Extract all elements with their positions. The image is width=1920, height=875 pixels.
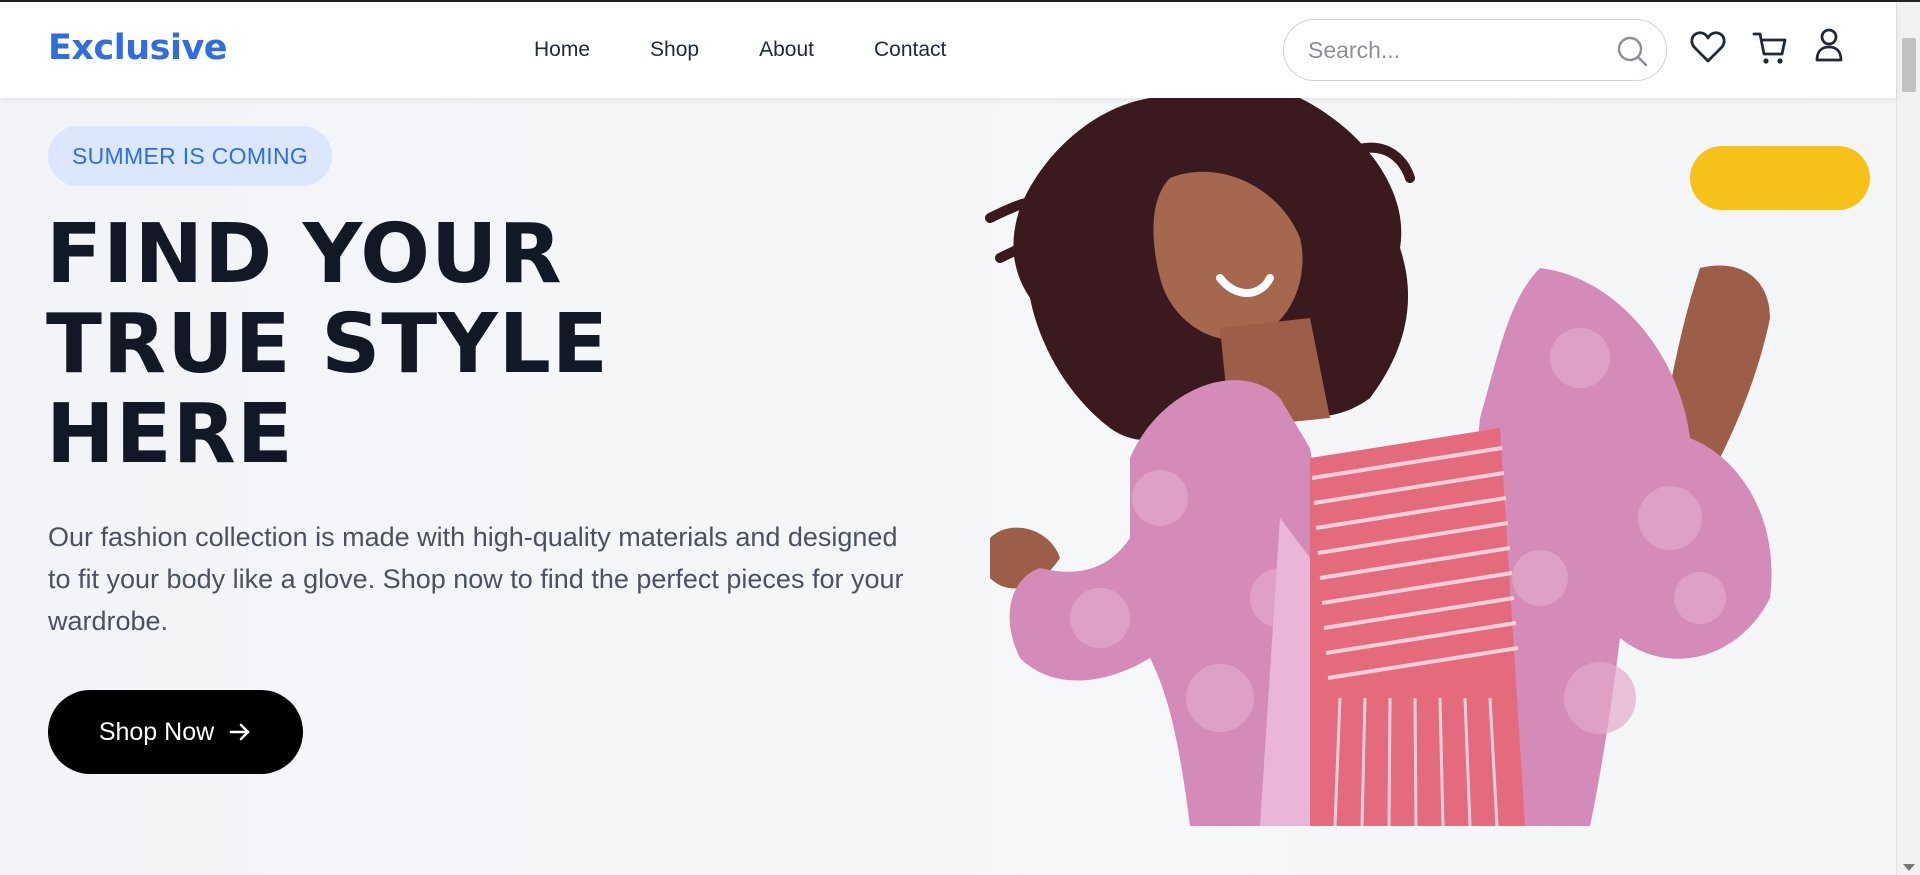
site-header: Exclusive Home Shop About Contact	[0, 2, 1896, 98]
nav-contact[interactable]: Contact	[874, 38, 946, 62]
scrollbar-thumb[interactable]	[1902, 38, 1916, 92]
shop-now-label: Shop Now	[98, 717, 215, 746]
main-nav: Home Shop About Contact	[534, 38, 1006, 62]
arrow-right-icon	[228, 720, 252, 744]
cart-icon[interactable]	[1752, 30, 1788, 71]
hero-headline: FIND YOUR TRUE STYLE HERE	[46, 210, 746, 480]
search-input[interactable]	[1308, 34, 1608, 66]
user-icon[interactable]	[1814, 28, 1844, 67]
headline-line-2: TRUE STYLE	[46, 297, 609, 392]
promo-badge: SUMMER IS COMING	[48, 126, 333, 186]
hero-description: Our fashion collection is made with high…	[48, 522, 904, 636]
headline-line-1: FIND YOUR	[46, 207, 563, 302]
headline-line-3: HERE	[46, 387, 294, 482]
page-scrollbar[interactable]	[1896, 2, 1920, 875]
hero-model-image	[985, 98, 1772, 826]
search-icon[interactable]	[1616, 35, 1648, 72]
search-box	[1283, 19, 1667, 81]
nav-home[interactable]: Home	[534, 38, 590, 62]
site-logo[interactable]: Exclusive	[48, 28, 228, 68]
heart-icon[interactable]	[1690, 30, 1726, 69]
nav-shop[interactable]: Shop	[650, 38, 699, 62]
nav-about[interactable]: About	[759, 38, 814, 62]
shop-now-button[interactable]: Shop Now	[48, 690, 303, 774]
scroll-down-arrow-icon[interactable]	[1903, 864, 1915, 871]
